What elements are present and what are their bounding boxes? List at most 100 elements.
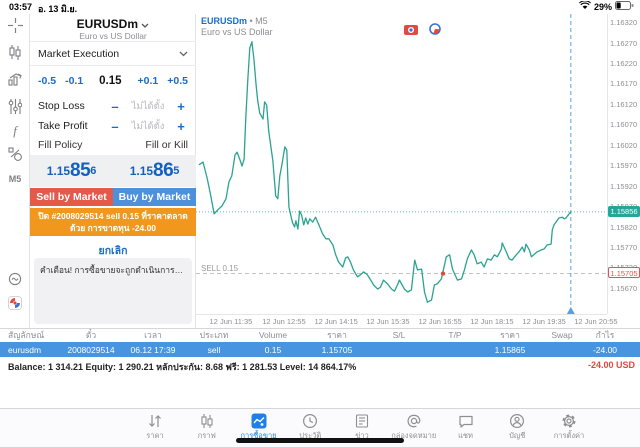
quote-panel: 1.15 85 6 1.15 86 5 [30, 155, 196, 187]
cancel-button[interactable]: ยกเลิก [30, 242, 196, 259]
bid-whole: 1.15 [46, 164, 71, 178]
table-header-cell: T/P [448, 330, 462, 340]
price-tick-label: 1.16070 [610, 120, 638, 130]
buy-by-market-button[interactable]: Buy by Market [113, 188, 196, 206]
nav-accounts[interactable]: บัญชี [494, 413, 540, 442]
order-type-value: Market Execution [38, 47, 120, 60]
fill-policy-label: Fill Policy [38, 139, 83, 151]
table-header-row: สัญลักษณ์ ตั๋ว เวลา ประเภท Volume ราคา S/L T/P ร… [0, 329, 640, 342]
volume-dec-small-button[interactable]: -0.1 [65, 75, 83, 87]
gear-icon [562, 414, 576, 428]
bid-pips: 85 [70, 160, 91, 181]
clock-icon [303, 413, 318, 429]
ask-pips: 86 [153, 160, 174, 181]
chart-symbol-header[interactable]: EURUSDm • M5 [201, 16, 268, 26]
signals-icon[interactable] [0, 272, 30, 291]
positions-table: สัญลักษณ์ ตั๋ว เวลา ประเภท Volume ราคา S/L T/P ร… [0, 328, 640, 358]
one-click-trading-icon[interactable] [404, 22, 418, 40]
community-icon[interactable] [0, 296, 30, 315]
newspaper-icon [355, 414, 369, 428]
table-cell: eurusdm [8, 345, 42, 355]
table-header-cell: เวลา [144, 330, 162, 340]
chart-symbol: EURUSDm [201, 16, 248, 26]
volume-dec-large-button[interactable]: -0.5 [38, 75, 56, 87]
price-tick-label: 1.16220 [610, 59, 638, 69]
sliders-icon[interactable] [0, 99, 30, 119]
bid-point: 6 [90, 165, 97, 177]
candlestick-icon[interactable] [0, 45, 30, 65]
chat-bubble-icon [458, 415, 473, 428]
take-profit-value[interactable]: ไม่ได้ตั้ง [122, 119, 174, 134]
timeframe-button[interactable]: M5 [0, 174, 30, 184]
bid-price: 1.15 85 6 [30, 155, 113, 187]
price-tick-label: 1.16270 [610, 38, 638, 48]
table-header-cell: S/L [392, 330, 406, 340]
home-indicator[interactable] [236, 438, 404, 443]
chart-area[interactable]: EURUSDm • M5 Euro vs US Dollar 1.16320 1.… [196, 14, 640, 328]
fill-policy-row[interactable]: Fill Policy Fill or Kill [30, 135, 196, 155]
stop-loss-value[interactable]: ไม่ได้ตั้ง [122, 99, 174, 114]
price-tick-label: 1.16170 [610, 79, 638, 89]
table-header-cell: สัญลักษณ์ [8, 330, 45, 340]
close-position-banner[interactable]: ปิด #2008029514 sell 0.15 ที่ราคาตลาดด้ว… [30, 208, 196, 236]
account-summary: Balance: 1 314.21 Equity: 1 290.21 หลักป… [0, 357, 640, 374]
table-header-cell: ราคา [327, 330, 347, 340]
table-header-cell: กำไร [595, 330, 615, 340]
chevron-down-icon [179, 51, 188, 56]
symbol-name: EURUSDm [76, 17, 138, 31]
nav-label: แชท [458, 431, 473, 440]
order-type-dropdown[interactable]: Market Execution [30, 41, 196, 66]
trading-warning: คำเตือน! การซื้อขายจะถูกดำเนินการตามสภาพ… [34, 258, 192, 324]
volume-value[interactable]: 0.15 [83, 75, 137, 87]
table-cell: 1.15705 [321, 345, 353, 355]
objects-icon[interactable] [0, 147, 30, 167]
stop-loss-plus-button[interactable]: + [174, 99, 188, 114]
sell-by-market-button[interactable]: Sell by Market [30, 188, 113, 206]
ask-whole: 1.15 [129, 164, 154, 178]
volume-row: -0.5 -0.1 0.15 +0.1 +0.5 [30, 70, 196, 92]
price-line-chart[interactable] [196, 14, 607, 314]
market-hours-clock-icon[interactable] [429, 22, 441, 40]
floating-profit: -24.00 USD [587, 360, 635, 370]
person-circle-icon [510, 413, 525, 429]
table-cell: sell [207, 345, 221, 355]
current-price-tag: 1.15856 [608, 206, 640, 218]
table-header-cell: ราคา [500, 330, 520, 340]
order-panel: EURUSDm Euro vs US Dollar Market Executi… [30, 14, 196, 328]
chart-timeframe: • M5 [249, 16, 268, 26]
symbol-selector[interactable]: EURUSDm [30, 17, 196, 31]
indicators-icon[interactable] [0, 72, 30, 91]
take-profit-label: Take Profit [38, 120, 88, 132]
volume-inc-small-button[interactable]: +0.1 [138, 75, 159, 87]
arrows-up-down-icon [149, 415, 161, 427]
nav-settings[interactable]: การตั้งค่า [546, 413, 592, 442]
time-tick-label: 12 Jun 20:55 [574, 317, 618, 326]
stop-loss-minus-button[interactable]: – [108, 99, 122, 114]
nav-chat[interactable]: แชท [443, 413, 489, 442]
take-profit-row: Take Profit – ไม่ได้ตั้ง + [30, 116, 196, 136]
table-header-cell: หมายเหตุ [624, 329, 640, 342]
table-cell: -24.00 [592, 345, 618, 355]
table-header-cell: ตั๋ว [85, 330, 97, 340]
take-profit-plus-button[interactable]: + [174, 119, 188, 134]
table-row[interactable]: eurusdm 2008029514 06.12 17:39 sell 0.15 1.15… [0, 342, 640, 358]
price-tick-label: 1.16320 [610, 18, 638, 28]
time-axis-line [196, 314, 607, 315]
price-tick-label: 1.15820 [610, 222, 638, 232]
volume-inc-large-button[interactable]: +0.5 [167, 75, 188, 87]
nav-charts[interactable]: กราฟ [184, 413, 230, 442]
function-icon[interactable]: f [0, 123, 30, 139]
stop-loss-label: Stop Loss [38, 100, 85, 112]
nav-label: กราฟ [197, 431, 216, 440]
ask-price: 1.15 86 5 [113, 155, 196, 187]
battery-percent: 29% [593, 1, 612, 12]
crosshair-icon[interactable] [0, 18, 30, 38]
mt5-trading-app: { "status_bar": { "time": "03:57", "date… [0, 0, 640, 447]
symbol-description: Euro vs US Dollar [79, 31, 147, 41]
battery-icon [615, 1, 634, 12]
fill-policy-value: Fill or Kill [145, 139, 188, 151]
table-header-cell: ประเภท [199, 330, 229, 340]
take-profit-minus-button[interactable]: – [108, 119, 122, 134]
nav-quotes[interactable]: ราคา [132, 413, 178, 442]
table-header-cell: Swap [551, 330, 573, 340]
